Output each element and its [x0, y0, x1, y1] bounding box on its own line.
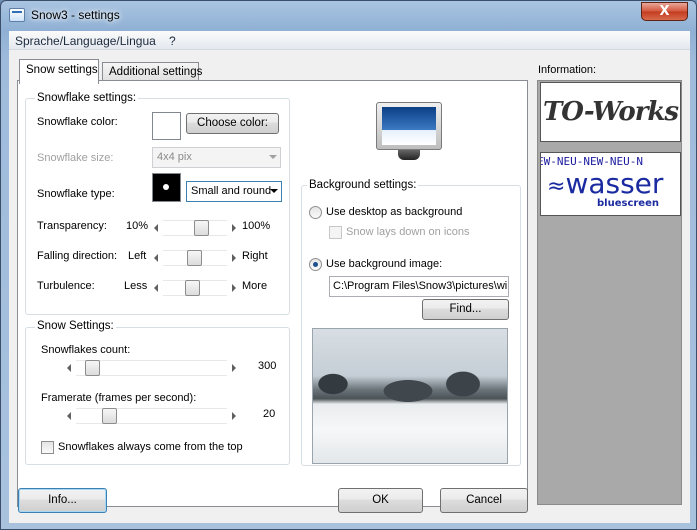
snowflake-color-label: Snowflake color: [37, 116, 118, 128]
wave-icon: ≈ [547, 174, 566, 199]
transparency-min: 10% [126, 220, 149, 232]
slider-thumb[interactable] [187, 250, 202, 266]
snowflake-type-preview [152, 173, 181, 202]
information-panel: TO-Works EW-NEU-NEW-NEU-N ≈wasser bluesc… [537, 80, 682, 505]
wasser-bluescreen-banner[interactable]: EW-NEU-NEW-NEU-N ≈wasser bluescreen [540, 152, 681, 216]
choose-color-button[interactable]: Choose color: [186, 113, 279, 134]
turbulence-label: Turbulence: [37, 280, 95, 292]
snowflake-type-select[interactable]: Small and round [186, 181, 282, 202]
turbulence-slider[interactable] [151, 280, 239, 296]
slider-thumb[interactable] [102, 408, 117, 424]
snow-app-icon [9, 8, 25, 22]
arrow-left-icon [67, 364, 71, 372]
banner-title: ≈wasser [547, 167, 663, 200]
falling-direction-max: Right [242, 250, 268, 262]
title-bar[interactable]: Snow3 - settings X [1, 1, 696, 31]
arrow-left-icon [67, 412, 71, 420]
slider-thumb[interactable] [185, 280, 200, 296]
snow-settings-label: Snow Settings: [35, 320, 116, 332]
framerate-value: 20 [263, 408, 276, 420]
settings-window: Snow3 - settings X Sprache/Language/Ling… [0, 0, 697, 530]
slider-thumb[interactable] [85, 360, 100, 376]
turbulence-min: Less [124, 280, 148, 292]
banner-title-text: wasser [565, 167, 664, 200]
snowflakes-count-label: Snowflakes count: [41, 344, 131, 356]
snowflake-type-value: Small and round [191, 185, 272, 197]
arrow-right-icon [232, 254, 236, 262]
find-button[interactable]: Find... [422, 299, 509, 320]
slider-groove [76, 408, 227, 424]
monitor-stand [398, 150, 420, 160]
snowflake-size-select[interactable]: 4x4 pix [152, 147, 281, 168]
snowflake-settings-label: Snowflake settings: [35, 92, 139, 104]
info-button[interactable]: Info... [18, 488, 107, 513]
banner-subtitle: bluescreen [597, 198, 659, 209]
snowflake-size-value: 4x4 pix [157, 151, 192, 163]
client-area: Sprache/Language/Lingua ? Snow settings … [9, 31, 690, 523]
arrow-left-icon [154, 224, 158, 232]
turbulence-max: More [242, 280, 268, 292]
use-desktop-radio[interactable] [309, 206, 322, 219]
falling-direction-min: Left [128, 250, 147, 262]
from-top-label[interactable]: Snowflakes always come from the top [58, 441, 243, 453]
ok-button[interactable]: OK [338, 488, 423, 513]
window-title: Snow3 - settings [31, 8, 120, 22]
snowflake-color-swatch [152, 112, 181, 140]
snowflake-size-label: Snowflake size: [37, 152, 114, 164]
arrow-right-icon [232, 412, 236, 420]
menu-help[interactable]: ? [169, 34, 176, 48]
background-settings-label: Background settings: [307, 179, 419, 191]
monitor-preview-icon [376, 102, 442, 162]
use-desktop-label[interactable]: Use desktop as background [326, 206, 462, 218]
transparency-slider[interactable] [151, 220, 239, 236]
menu-bar: Sprache/Language/Lingua ? [9, 31, 690, 50]
falling-direction-label: Falling direction: [37, 250, 118, 262]
framerate-slider[interactable] [64, 408, 239, 424]
transparency-max: 100% [242, 220, 271, 232]
image-path-input[interactable]: C:\Program Files\Snow3\pictures\winter [329, 276, 509, 297]
cancel-button[interactable]: Cancel [440, 488, 528, 513]
snowflakes-count-value: 300 [258, 360, 277, 372]
arrow-right-icon [232, 364, 236, 372]
chevron-down-icon [269, 155, 277, 159]
from-top-checkbox[interactable] [41, 441, 54, 454]
arrow-left-icon [154, 254, 158, 262]
arrow-right-icon [232, 224, 236, 232]
use-image-radio[interactable] [309, 258, 322, 271]
arrow-right-icon [232, 284, 236, 292]
use-image-label[interactable]: Use background image: [326, 258, 442, 270]
framerate-label: Framerate (frames per second): [41, 392, 197, 404]
falling-direction-slider[interactable] [151, 250, 239, 266]
snow-lays-checkbox[interactable] [329, 226, 342, 239]
monitor-screen [382, 107, 436, 145]
transparency-label: Transparency: [37, 220, 107, 232]
menu-language[interactable]: Sprache/Language/Lingua [15, 34, 156, 48]
snowflakes-count-slider[interactable] [64, 360, 239, 376]
close-button[interactable]: X [641, 2, 688, 21]
tab-snow-settings[interactable]: Snow settings [19, 59, 99, 84]
background-image-preview [312, 328, 508, 464]
monitor-frame [376, 102, 442, 150]
tab-additional-settings[interactable]: Additional settings [102, 62, 202, 81]
snowflake-dot-icon [163, 184, 169, 190]
chevron-down-icon [270, 189, 278, 193]
arrow-left-icon [154, 284, 158, 292]
slider-thumb[interactable] [194, 220, 209, 236]
snow-lays-label[interactable]: Snow lays down on icons [346, 226, 470, 238]
snowflake-type-label: Snowflake type: [37, 188, 115, 200]
information-label: Information: [538, 64, 597, 76]
to-works-logo[interactable]: TO-Works [540, 82, 681, 142]
